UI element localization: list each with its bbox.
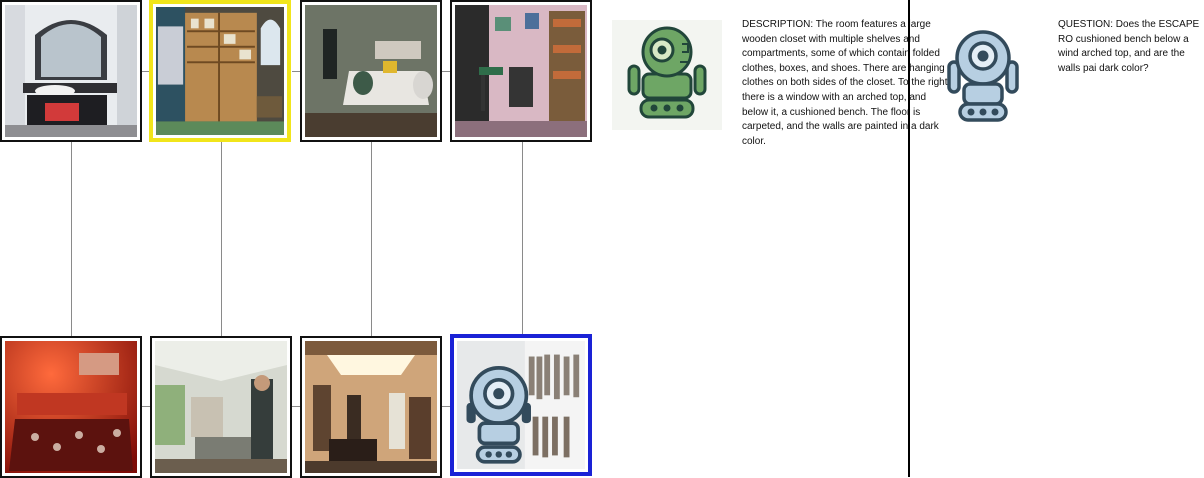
connector-line xyxy=(71,142,72,336)
study-room-image xyxy=(455,5,587,137)
description-text: DESCRIPTION: The room features a large w… xyxy=(742,19,951,147)
blue-robot-icon xyxy=(947,30,1019,122)
connector-line xyxy=(522,142,523,336)
red-bedroom-image xyxy=(5,341,137,473)
describer-robot-card xyxy=(612,20,722,130)
image-tile-study[interactable] xyxy=(450,0,592,142)
image-tile-living-room[interactable] xyxy=(150,336,292,478)
image-tile-closet[interactable] xyxy=(149,0,291,142)
green-robot-icon xyxy=(627,26,707,119)
image-grid xyxy=(0,0,600,478)
image-tile-red-bedroom[interactable] xyxy=(0,336,142,478)
connector-line xyxy=(292,71,300,72)
walk-in-closet-image xyxy=(457,341,585,469)
image-tile-walk-in-closet[interactable] xyxy=(450,334,592,476)
closet-image xyxy=(156,7,284,135)
connector-line xyxy=(442,71,450,72)
question-text: QUESTION: Does the ESCAPE RO cushioned b… xyxy=(1058,19,1200,74)
image-tile-bedroom[interactable] xyxy=(300,0,442,142)
connector-line xyxy=(292,406,300,407)
connector-line xyxy=(442,406,450,407)
connector-line xyxy=(371,142,372,336)
living-room-image xyxy=(155,341,287,473)
connector-line xyxy=(142,406,150,407)
image-tile-hallway[interactable] xyxy=(300,336,442,478)
bathroom-image xyxy=(5,5,137,137)
hallway-image xyxy=(305,341,437,473)
panel-divider xyxy=(908,0,910,477)
connector-line xyxy=(221,142,222,336)
bedroom-image xyxy=(305,5,437,137)
image-tile-bathroom[interactable] xyxy=(0,0,142,142)
